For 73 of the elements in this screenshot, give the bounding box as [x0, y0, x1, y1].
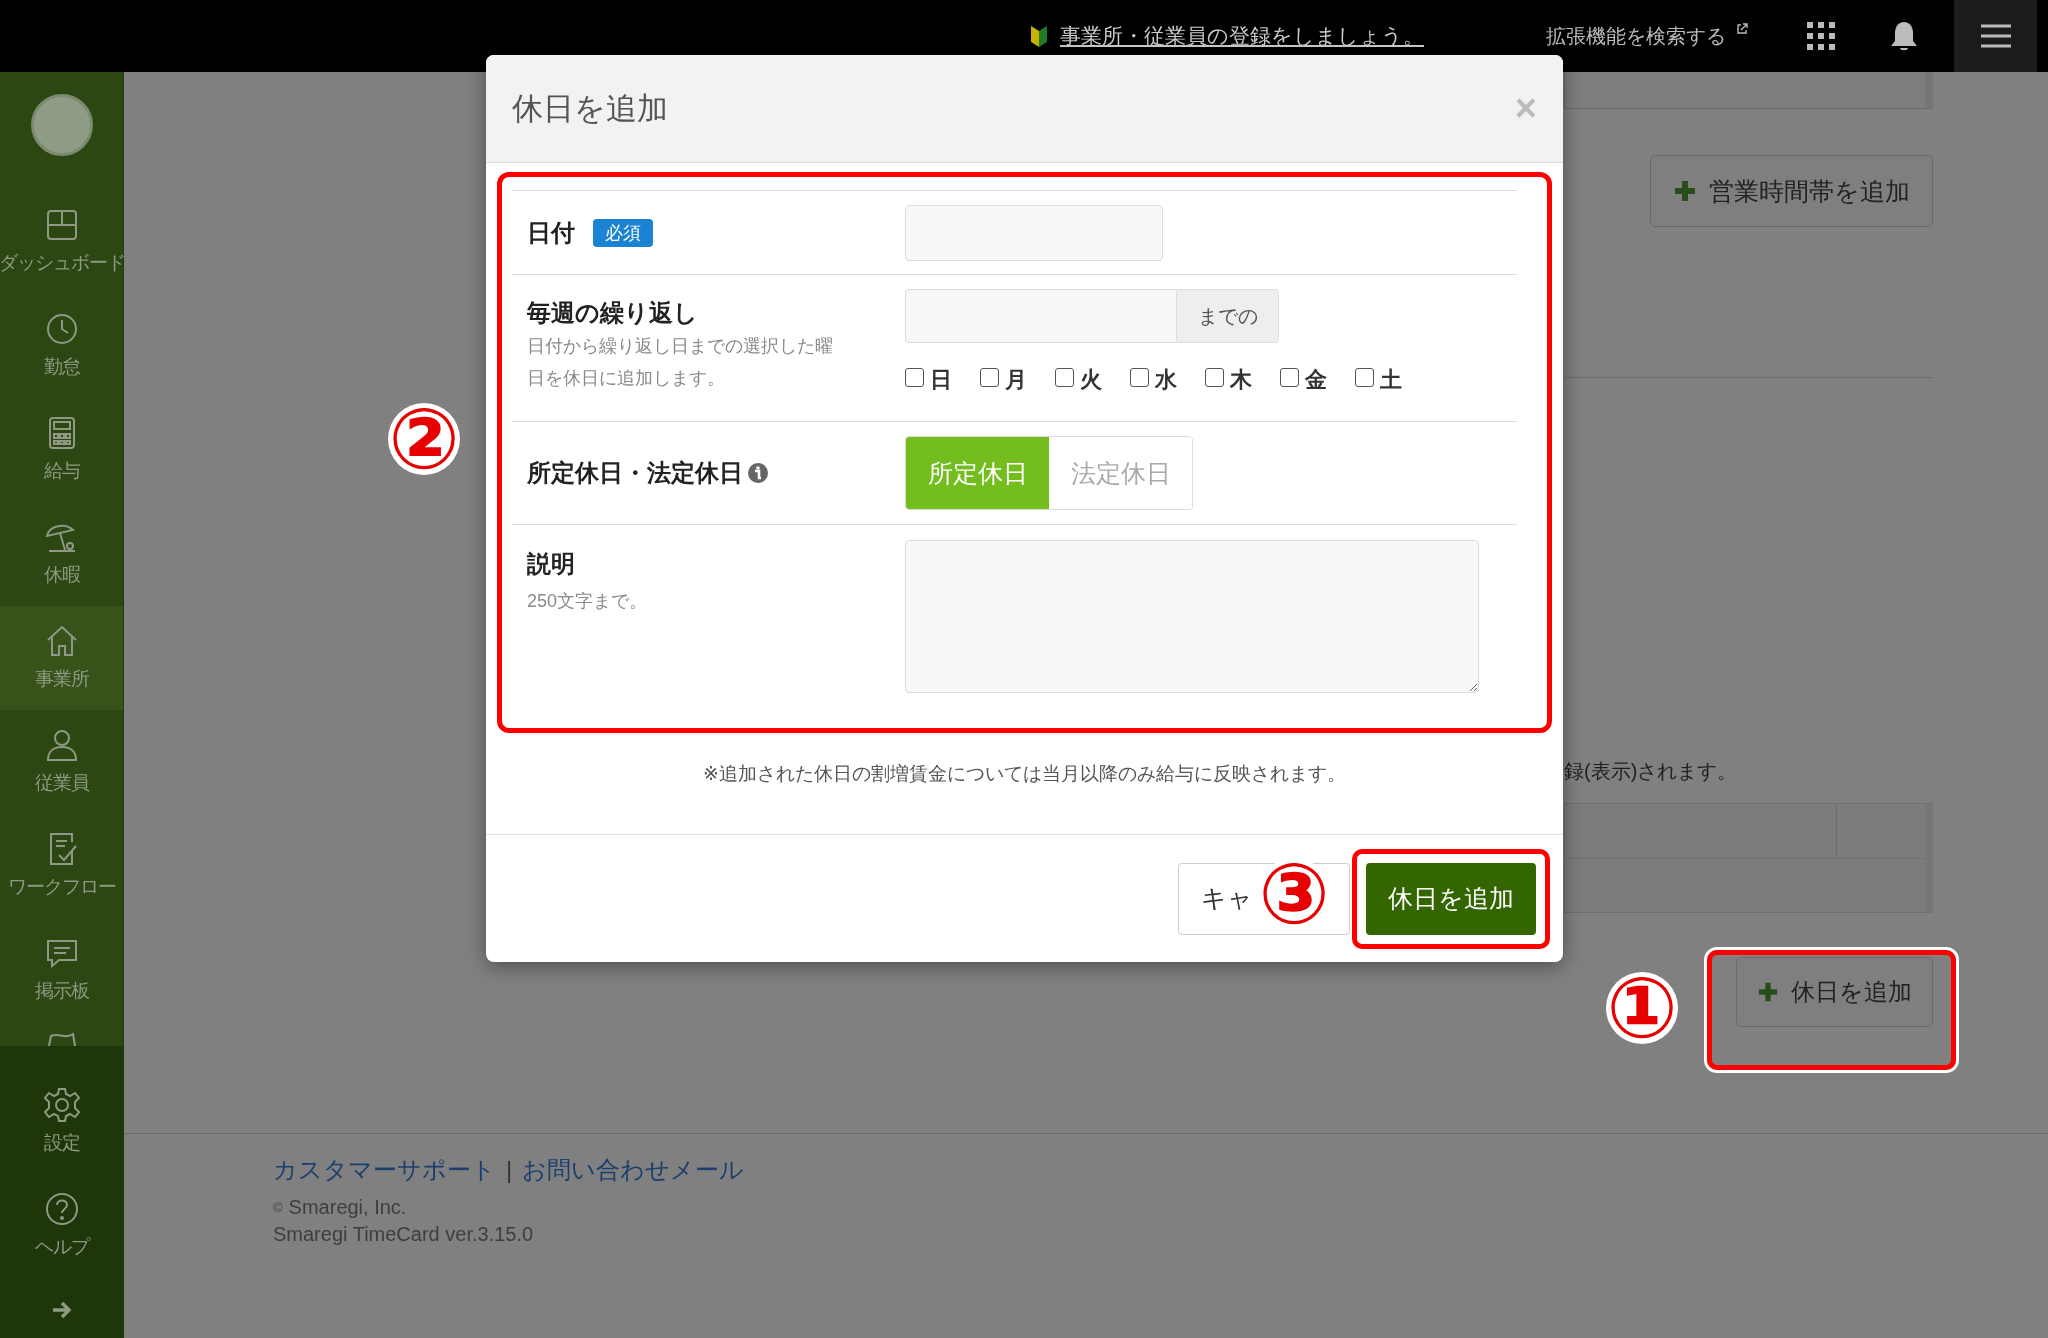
checkbox[interactable]: [1205, 367, 1224, 387]
checkbox[interactable]: [1055, 367, 1074, 387]
add-holiday-button[interactable]: 休日を追加: [1736, 957, 1933, 1027]
weekday-label: 火: [1080, 366, 1102, 394]
sidebar-label: 給与: [43, 459, 80, 483]
weekday-label: 日: [930, 366, 952, 394]
sidebar-item[interactable]: 従業員: [0, 710, 123, 814]
sidebar-label: 勤怠: [43, 355, 80, 379]
bell-icon[interactable]: [1890, 20, 1918, 52]
sidebar-item[interactable]: 掲示板: [0, 918, 123, 1022]
required-badge: 必須: [593, 218, 653, 247]
field-label: 説明: [527, 549, 575, 579]
input-addon: までの: [1177, 289, 1279, 343]
sidebar-label: ヘルプ: [34, 1235, 89, 1259]
sidebar-item[interactable]: 事業所: [0, 606, 123, 710]
sidebar-item[interactable]: ダッシュボード: [0, 190, 123, 294]
submit-button[interactable]: 休日を追加: [1366, 862, 1536, 935]
date-input[interactable]: [905, 204, 1163, 261]
sidebar-label: ダッシュボード: [0, 251, 125, 275]
sidebar-item[interactable]: 休暇: [0, 502, 123, 606]
field-label: 毎週の繰り返し: [527, 298, 698, 328]
copyright-mark: ©: [273, 1200, 283, 1215]
checkbox[interactable]: [1355, 367, 1374, 387]
modal-title: 休日を追加: [512, 89, 668, 128]
info-icon[interactable]: [747, 462, 769, 484]
separator: |: [506, 1156, 513, 1184]
weekday-label: 金: [1305, 366, 1327, 394]
sidebar-label: 事業所: [34, 667, 89, 691]
sidebar-item[interactable]: 設定: [0, 1070, 123, 1174]
menu-button[interactable]: [1954, 0, 2037, 72]
repeat-until-input[interactable]: [905, 289, 1177, 343]
checkbox[interactable]: [905, 367, 924, 387]
field-hint: 250文字まで。: [527, 590, 648, 613]
plus-icon: [1673, 179, 1697, 203]
field-label: 日付: [527, 217, 575, 248]
apps-grid-icon[interactable]: [1806, 21, 1836, 51]
note-text: ※追加された休日の割増賃金については当月以降のみ給与に反映されます。: [702, 762, 1347, 786]
sidebar-label: 休暇: [43, 563, 80, 587]
beginner-mark-icon: [1030, 24, 1048, 48]
checkbox[interactable]: [1280, 367, 1299, 387]
extensions-link[interactable]: 拡張機能を検索する: [1546, 22, 1726, 50]
sidebar-label: 設定: [43, 1131, 80, 1155]
external-link-icon: [1736, 23, 1748, 35]
weekday-label: 水: [1155, 366, 1177, 394]
settings-icon: [42, 1086, 81, 1124]
sidebar-label: 従業員: [34, 771, 89, 795]
sidebar-label: ワークフロー: [7, 875, 116, 899]
weekday-label: 木: [1230, 366, 1252, 394]
sidebar-item[interactable]: 勤怠: [0, 294, 123, 398]
weekday-label: 土: [1380, 366, 1402, 394]
expand-arrow-icon[interactable]: [50, 1300, 73, 1320]
copyright-text: Smaregi, Inc.: [288, 1196, 407, 1219]
checkbox[interactable]: [980, 367, 999, 387]
weekday-label: 月: [1005, 366, 1027, 394]
sidebar-label: 掲示板: [34, 979, 89, 1003]
notice-text: 録(表示)されます。: [1564, 759, 1739, 784]
contact-link[interactable]: お問い合わせメール: [522, 1154, 745, 1186]
checkbox[interactable]: [1130, 367, 1149, 387]
setup-notice-link[interactable]: 事業所・従業員の登録をしましょう。: [1060, 22, 1424, 50]
support-link[interactable]: カスタマーサポート: [273, 1154, 496, 1186]
field-hint: 日付から繰り返し日までの選択した曜日を休日に追加します。: [527, 335, 834, 390]
step-number-overlay: ①: [1606, 972, 1678, 1044]
holiday-type-option[interactable]: 所定休日: [906, 437, 1049, 509]
sidebar-item[interactable]: ヘルプ: [0, 1174, 123, 1278]
sidebar-item[interactable]: ワークフロー: [0, 814, 123, 918]
step-number-overlay: ②: [388, 403, 460, 475]
add-business-hours-button[interactable]: 営業時間帯を追加: [1650, 155, 1933, 227]
plus-icon: [1757, 981, 1779, 1003]
menu-icon: [1980, 24, 2011, 48]
version-text: Smaregi TimeCard ver.3.15.0: [273, 1223, 535, 1246]
description-field[interactable]: [905, 540, 1479, 693]
sidebar-item[interactable]: 給与: [0, 398, 123, 502]
field-label: 所定休日・法定休日: [527, 458, 743, 488]
